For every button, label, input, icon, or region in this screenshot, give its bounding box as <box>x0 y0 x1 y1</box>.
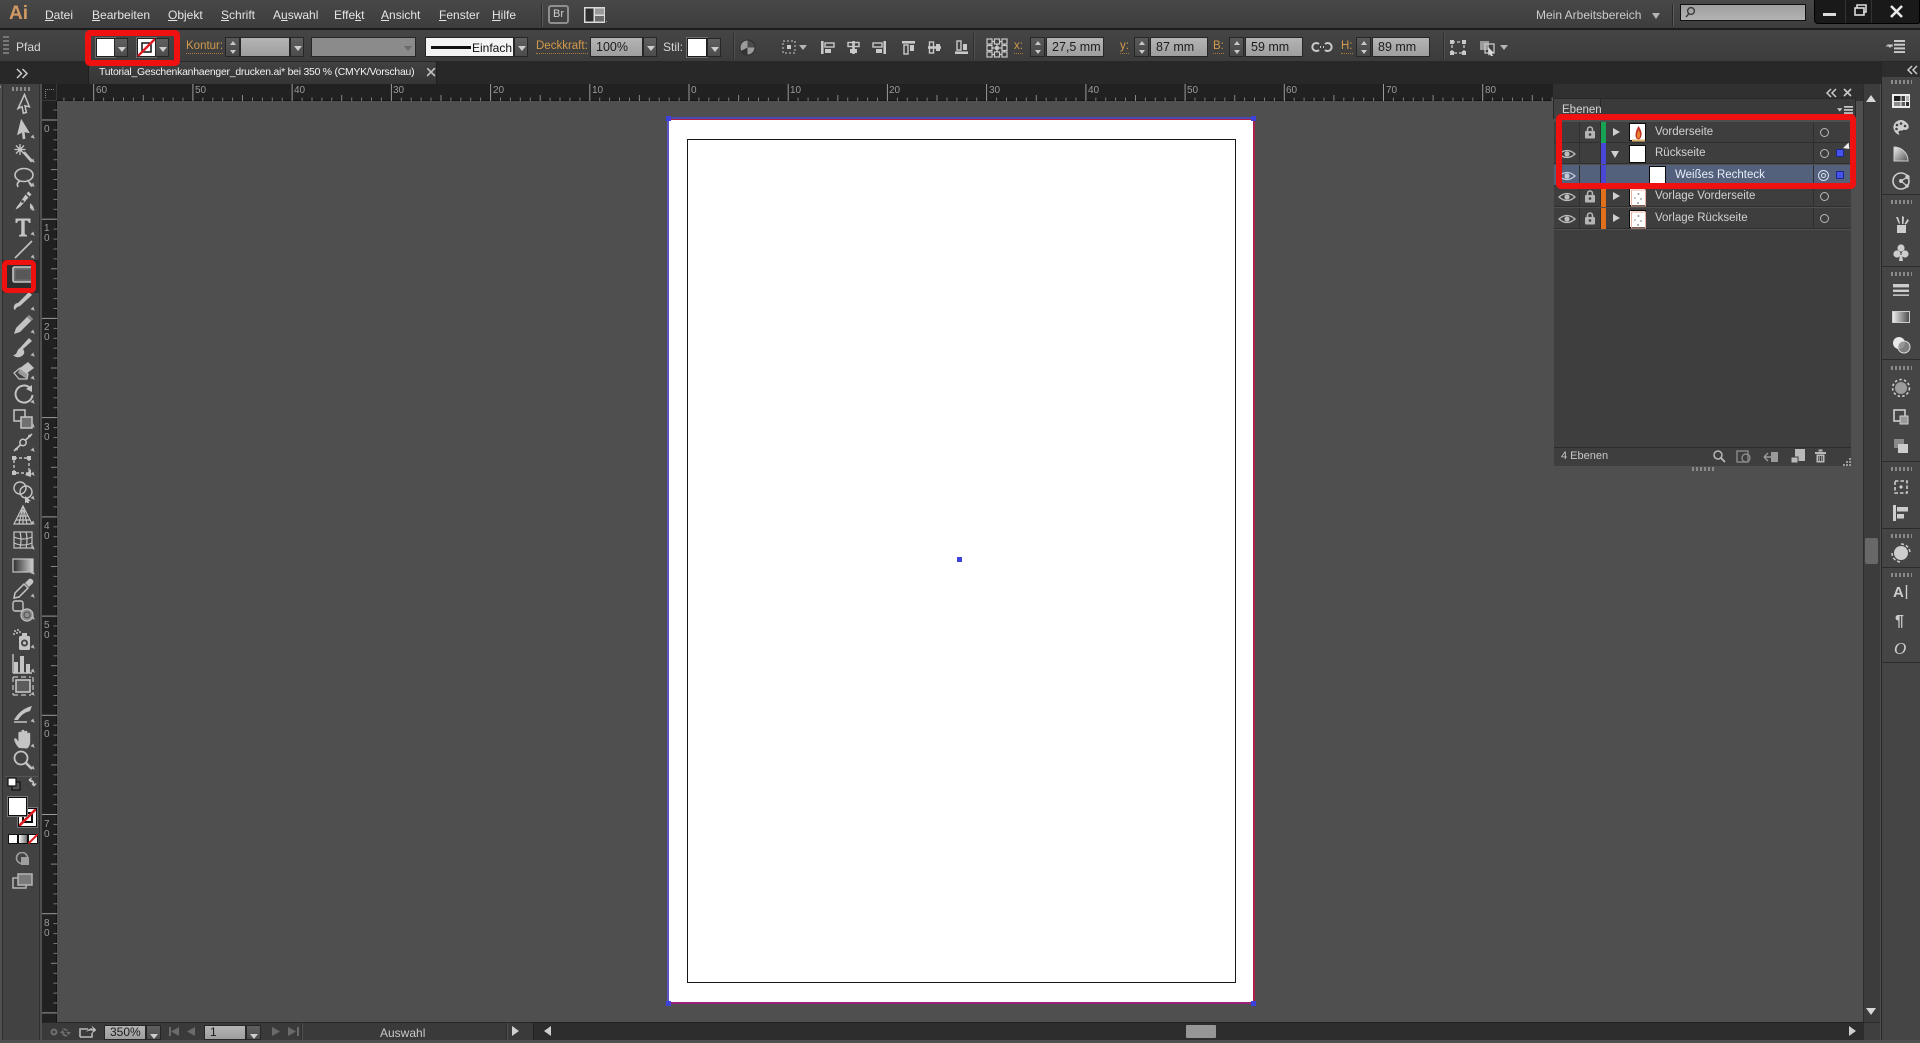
svg-text:¶: ¶ <box>1895 613 1904 630</box>
svg-text:A: A <box>1893 584 1904 601</box>
svg-text:O: O <box>1894 639 1906 658</box>
